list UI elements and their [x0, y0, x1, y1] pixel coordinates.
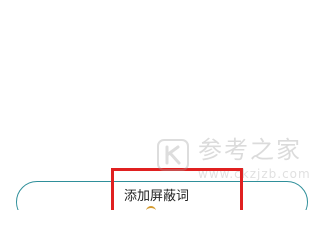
blocked-words-screen: 添加屏蔽词 参考之家 www.ckzjzb.com	[0, 0, 321, 210]
watermark-title: 参考之家	[198, 136, 302, 164]
highlight-box	[111, 168, 243, 210]
cursor-mark	[146, 206, 156, 210]
watermark-logo-icon	[157, 139, 189, 171]
